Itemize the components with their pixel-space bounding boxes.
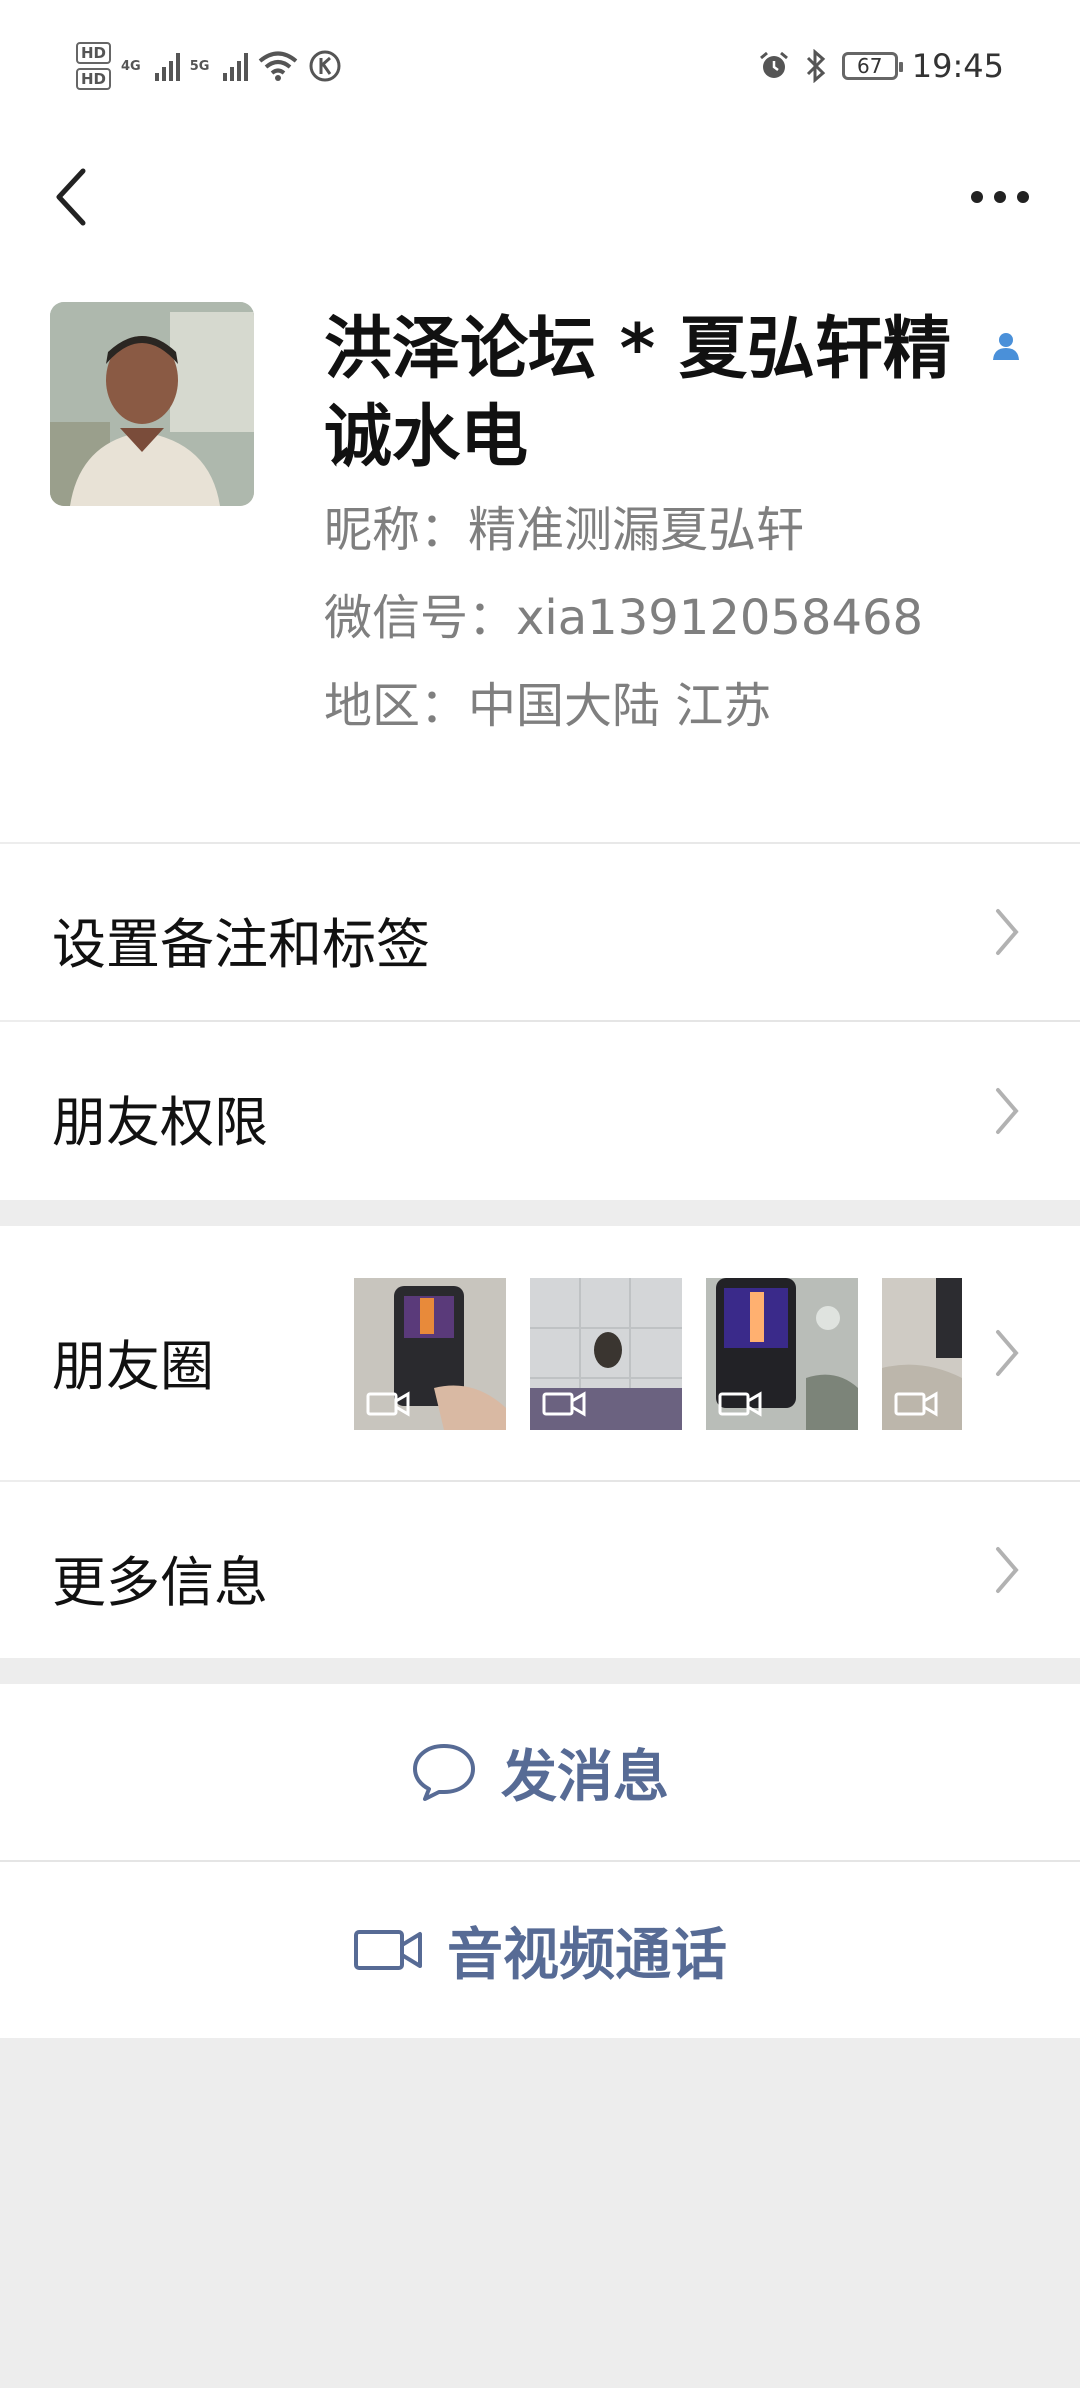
send-message-button[interactable]: 发消息	[0, 1684, 1080, 1860]
clock: 19:45	[911, 47, 1004, 85]
moment-thumbnail	[530, 1278, 682, 1430]
profile-header: 洪泽论坛 * 夏弘轩精诚水电 昵称：精准测漏夏弘轩 微信号：xia1391205…	[0, 300, 1080, 842]
hd2-badge: HD	[76, 68, 112, 90]
moments-thumbnails	[354, 1278, 962, 1430]
video-camera-icon	[366, 1391, 410, 1417]
alarm-icon	[759, 51, 788, 78]
contact-person-icon	[993, 333, 1019, 360]
network-5g-label: 5G	[189, 58, 210, 74]
display-name: 洪泽论坛 * 夏弘轩精诚水电	[324, 310, 951, 477]
moments-row[interactable]: 朋友圈	[0, 1226, 1080, 1480]
more-dots-icon	[971, 191, 1029, 203]
bottom-background	[0, 2038, 1080, 2388]
k-app-icon	[309, 50, 341, 82]
moments-label: 朋友圈	[52, 1335, 214, 1398]
hd-indicators: HD HD	[76, 42, 112, 90]
status-bar: HD HD 4G 5G 67 19:45	[0, 0, 1080, 130]
chevron-right-icon	[996, 1547, 1019, 1593]
av-call-label: 音视频通话	[447, 1922, 727, 1988]
battery-indicator: 67	[841, 52, 903, 80]
video-camera-icon	[894, 1391, 938, 1417]
av-call-button[interactable]: 音视频通话	[0, 1862, 1080, 2038]
moment-thumbnail	[882, 1278, 962, 1430]
hd1-badge: HD	[76, 42, 112, 64]
signal-bars-2-icon	[223, 51, 249, 81]
more-info-row[interactable]: 更多信息	[0, 1482, 1080, 1658]
status-bar-left: HD HD 4G 5G	[76, 36, 342, 96]
send-message-label: 发消息	[501, 1744, 669, 1810]
moment-thumbnail	[354, 1278, 506, 1430]
top-navigation	[0, 130, 1080, 300]
set-remark-row[interactable]: 设置备注和标签	[0, 844, 1080, 1020]
avatar-photo	[50, 302, 254, 506]
wifi-icon	[259, 51, 298, 81]
friend-permissions-row[interactable]: 朋友权限	[0, 1022, 1080, 1200]
chevron-left-icon	[56, 168, 86, 226]
status-bar-right: 67 19:45	[758, 38, 1004, 94]
section-gap	[0, 1658, 1080, 1684]
signal-bars-1-icon	[154, 51, 180, 81]
friend-permissions-label: 朋友权限	[52, 1091, 268, 1154]
moment-thumbnail	[706, 1278, 858, 1430]
section-gap	[0, 1200, 1080, 1226]
chevron-right-icon	[996, 1330, 1019, 1376]
battery-level: 67	[857, 54, 883, 78]
nickname: 昵称：精准测漏夏弘轩	[324, 502, 805, 558]
chevron-right-icon	[996, 909, 1019, 955]
video-camera-icon	[542, 1391, 586, 1417]
contact-profile-page: HD HD 4G 5G 67 19:45 洪泽论坛 * 夏弘轩精诚水电 昵称：精…	[0, 0, 1080, 2388]
chevron-right-icon	[996, 1088, 1019, 1134]
network-4g-label: 4G	[121, 58, 141, 74]
video-camera-icon	[354, 1930, 422, 1970]
back-button[interactable]	[36, 152, 106, 242]
set-remark-label: 设置备注和标签	[52, 913, 430, 976]
video-camera-icon	[718, 1391, 762, 1417]
region: 地区：中国大陆 江苏	[324, 678, 772, 734]
avatar[interactable]	[50, 302, 254, 506]
more-info-label: 更多信息	[52, 1551, 268, 1614]
chat-bubble-icon	[413, 1744, 475, 1801]
wechat-id: 微信号：xia13912058468	[324, 590, 924, 646]
more-button[interactable]	[960, 152, 1040, 242]
bluetooth-icon	[806, 49, 825, 83]
